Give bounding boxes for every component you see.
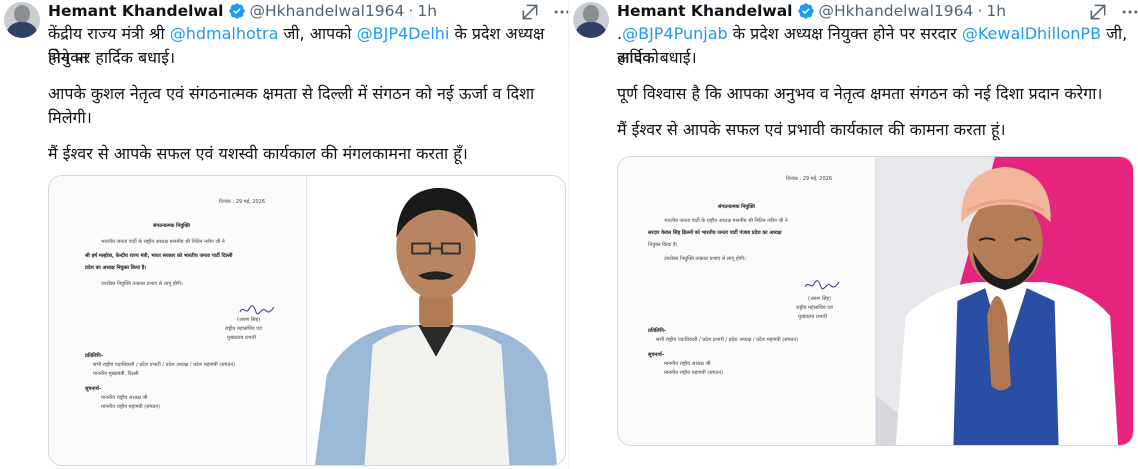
letter-line: श्री हर्ष मल्होत्रा, केन्द्रीय राज्य मंत… xyxy=(85,253,233,259)
tweet-text-line: हार्दिक बधाई। xyxy=(617,48,697,67)
appointee-photo xyxy=(876,157,1133,445)
signatory-title: राष्ट्रीय महासचिव एवं xyxy=(225,326,262,332)
signatory-title: मुख्यालय प्रभारी xyxy=(227,335,256,341)
more-icon[interactable] xyxy=(1120,2,1138,22)
tweet-text-line: होने पर हार्दिक बधाई। xyxy=(48,48,176,67)
timestamp[interactable]: 1h xyxy=(986,2,1006,20)
author-handle[interactable]: @Hkhandelwal1964 xyxy=(250,2,405,20)
letter-date: दिनांक : 29 मई, 2026 xyxy=(786,176,833,182)
verified-badge-icon xyxy=(228,3,245,19)
separator-dot: · xyxy=(408,2,414,20)
letter-line: सरदार केवल सिंह ढिल्लों को भारतीय जनता प… xyxy=(648,230,782,236)
cc-line: माननीय मुख्यमंत्री, दिल्ली xyxy=(93,371,139,377)
info-heading: सूचनार्थ– xyxy=(85,386,102,392)
appointment-letter: दिनांक : 29 मई, 2026 संगठनात्मक नियुक्ति… xyxy=(49,176,307,465)
author-avatar[interactable] xyxy=(573,2,609,38)
tweet-text-line: आपके कुशल नेतृत्व एवं संगठनात्मक क्षमता … xyxy=(48,84,535,103)
letter-line: प्रदेश का अध्यक्ष नियुक्त किया है। xyxy=(85,265,147,271)
author-name[interactable]: Hemant Khandelwal xyxy=(48,2,224,20)
grok-icon[interactable] xyxy=(1088,2,1108,22)
tweet-text-line: मिलेगी। xyxy=(48,108,92,127)
cc-line: सभी राष्ट्रीय पदाधिकारी / प्रदेश प्रभारी… xyxy=(656,337,799,343)
tweet-delhi[interactable]: Hemant Khandelwal @Hkhandelwal1964 · 1h … xyxy=(0,0,570,469)
appointment-letter: दिनांक : 29 मई, 2026 संगठनात्मक नियुक्ति… xyxy=(618,157,876,445)
cc-heading: प्रतिलिपि– xyxy=(648,328,667,334)
separator-dot: · xyxy=(977,2,983,20)
tweet-actions xyxy=(1088,2,1138,22)
info-line: माननीय राष्ट्रीय महामंत्री (संगठन) xyxy=(664,370,724,376)
text-segment: के प्रदेश अध्यक्ष नियुक्त होने पर सरदार xyxy=(727,24,962,43)
tweet-media-image[interactable]: दिनांक : 29 मई, 2026 संगठनात्मक नियुक्ति… xyxy=(48,175,566,466)
letter-subject: संगठनात्मक नियुक्ति xyxy=(718,204,755,210)
signatory-name: (अरुण सिंह) xyxy=(237,317,261,323)
mention-link[interactable]: @BJP4Punjab xyxy=(622,24,728,43)
signatory-name: (अरुण सिंह) xyxy=(808,296,832,302)
info-heading: सूचनार्थ– xyxy=(648,352,665,358)
signatory-title: राष्ट्रीय महासचिव एवं xyxy=(796,305,833,311)
info-line: माननीय राष्ट्रीय अध्यक्ष जी xyxy=(664,361,711,367)
signature-icon xyxy=(804,280,840,290)
signatory-title: मुख्यालय प्रभारी xyxy=(798,314,827,320)
tweet-text-line: मैं ईश्वर से आपके सफल एवं प्रभावी कार्यक… xyxy=(617,120,1006,139)
verified-badge-icon xyxy=(797,3,814,19)
cc-line: सभी राष्ट्रीय पदाधिकारी / प्रदेश प्रभारी… xyxy=(93,362,236,368)
tweet-actions xyxy=(520,2,572,22)
mention-link[interactable]: @KewalDhillonPB xyxy=(962,24,1101,43)
grok-icon[interactable] xyxy=(520,2,540,22)
cc-heading: प्रतिलिपि– xyxy=(85,353,104,359)
letter-date: दिनांक : 29 मई, 2026 xyxy=(219,199,266,205)
letter-line: भारतीय जनता पार्टी के राष्ट्रीय अध्यक्ष … xyxy=(101,239,225,245)
portrait-illustration xyxy=(876,157,1133,445)
letter-line: नियुक्त किया है। xyxy=(648,242,678,248)
tweet-media-image[interactable]: दिनांक : 29 मई, 2026 संगठनात्मक नियुक्ति… xyxy=(617,156,1134,446)
tweet-header: Hemant Khandelwal @Hkhandelwal1964 · 1h xyxy=(617,0,1006,22)
appointee-photo xyxy=(307,176,565,465)
tweet-text-line: पूर्ण विश्वास है कि आपका अनुभव व नेतृत्व… xyxy=(617,84,1103,103)
timestamp[interactable]: 1h xyxy=(417,2,437,20)
mention-link[interactable]: @hdmalhotra xyxy=(170,24,279,43)
letter-line: उपरोक्त नियुक्ति तत्काल प्रभाव से लागू ह… xyxy=(664,256,746,262)
info-line: माननीय राष्ट्रीय महामंत्री (संगठन) xyxy=(101,404,161,410)
tweet-punjab[interactable]: Hemant Khandelwal @Hkhandelwal1964 · 1h … xyxy=(569,0,1138,469)
text-segment: जी, आपको xyxy=(278,24,357,43)
letter-subject: संगठनात्मक नियुक्ति xyxy=(153,223,190,229)
author-handle[interactable]: @Hkhandelwal1964 xyxy=(819,2,974,20)
tweet-header: Hemant Khandelwal @Hkhandelwal1964 · 1h xyxy=(48,0,437,22)
author-name[interactable]: Hemant Khandelwal xyxy=(617,2,793,20)
mention-link[interactable]: @BJP4Delhi xyxy=(357,24,450,43)
text-segment: केंद्रीय राज्य मंत्री श्री xyxy=(48,24,170,43)
author-avatar[interactable] xyxy=(4,2,40,38)
tweet-text-line: मैं ईश्वर से आपके सफल एवं यशस्वी कार्यका… xyxy=(48,144,468,163)
info-line: माननीय राष्ट्रीय अध्यक्ष जी xyxy=(101,395,148,401)
portrait-illustration xyxy=(307,176,565,465)
letter-line: भारतीय जनता पार्टी के राष्ट्रीय अध्यक्ष … xyxy=(664,218,788,224)
letter-line: उपरोक्त नियुक्ति तत्काल प्रभाव से लागू ह… xyxy=(101,281,183,287)
signature-icon xyxy=(239,305,275,315)
